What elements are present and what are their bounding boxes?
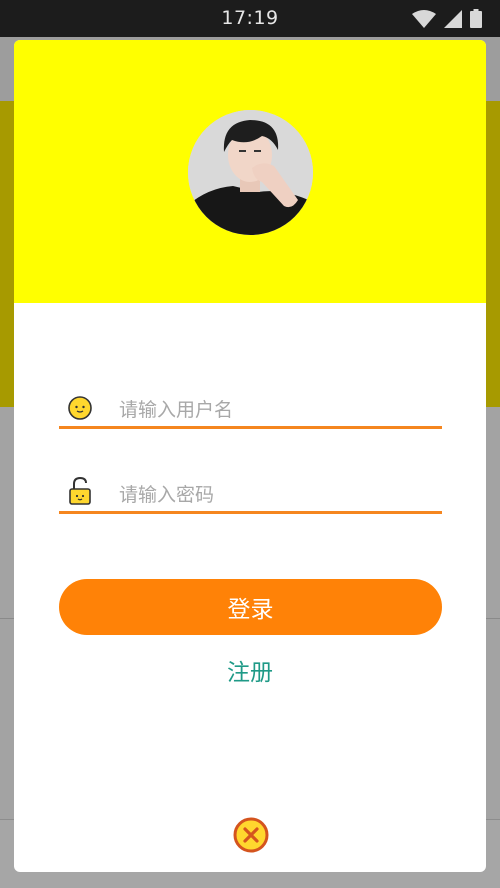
status-bar: 17:19 (0, 0, 500, 37)
battery-icon (470, 9, 482, 28)
unlock-icon (69, 476, 91, 505)
avatar (188, 110, 313, 235)
wifi-icon (412, 10, 436, 28)
user-avatar-photo (188, 110, 313, 235)
user-face-icon (68, 396, 92, 420)
cell-signal-icon (444, 10, 462, 28)
username-field (59, 385, 442, 429)
password-input[interactable] (119, 480, 439, 510)
close-icon[interactable] (233, 817, 269, 853)
password-field (59, 470, 442, 514)
register-link[interactable]: 注册 (14, 653, 486, 687)
status-icons (412, 9, 482, 28)
login-dialog: 登录 注册 (14, 40, 486, 872)
username-input[interactable] (119, 395, 439, 425)
login-button[interactable]: 登录 (59, 579, 442, 635)
dialog-header (14, 40, 486, 303)
